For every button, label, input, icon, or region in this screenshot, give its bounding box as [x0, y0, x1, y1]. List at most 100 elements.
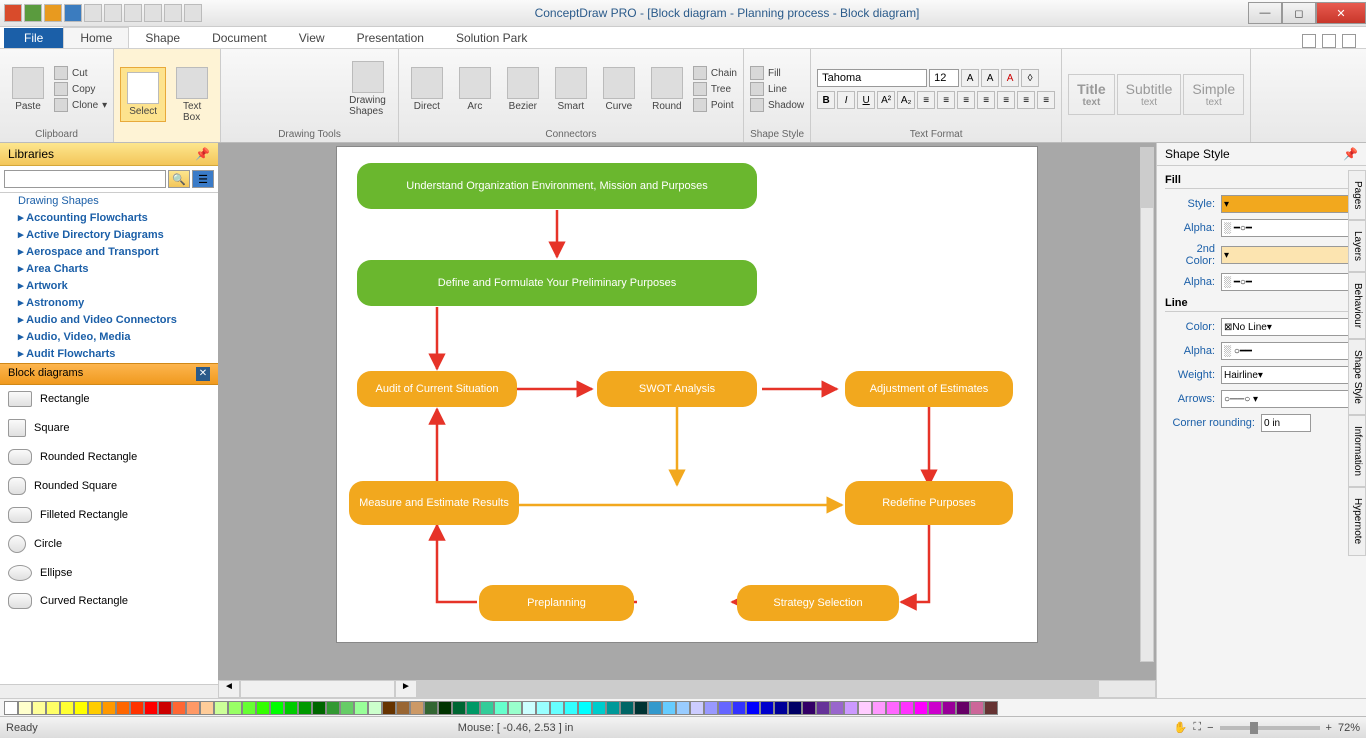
color-swatch[interactable]	[298, 701, 312, 715]
color-swatch[interactable]	[872, 701, 886, 715]
font-color-button[interactable]: A	[1001, 69, 1019, 87]
drawtool-icon[interactable]	[319, 91, 339, 111]
color-swatch[interactable]	[214, 701, 228, 715]
color-swatch[interactable]	[914, 701, 928, 715]
qat-icon[interactable]	[144, 4, 162, 22]
tree-button[interactable]: Tree	[693, 82, 737, 96]
qat-icon[interactable]	[104, 4, 122, 22]
color-swatch[interactable]	[60, 701, 74, 715]
color-swatch[interactable]	[928, 701, 942, 715]
close-library-icon[interactable]: ✕	[196, 367, 210, 381]
collapse-icon[interactable]	[1342, 34, 1356, 48]
arc-button[interactable]: Arc	[453, 63, 497, 116]
shape-item[interactable]: Rectangle	[0, 385, 218, 413]
color-swatch[interactable]	[774, 701, 788, 715]
canvas-scroll[interactable]: Understand Organization Environment, Mis…	[218, 143, 1156, 680]
drawing-shapes-button[interactable]: Drawing Shapes	[343, 57, 392, 121]
italic-button[interactable]: I	[837, 91, 855, 109]
align-bottom-button[interactable]: ≡	[1017, 91, 1035, 109]
color-swatch[interactable]	[382, 701, 396, 715]
fit-icon[interactable]: ⛶	[1193, 721, 1201, 734]
paste-button[interactable]: Paste	[6, 63, 50, 116]
color-swatch[interactable]	[102, 701, 116, 715]
qat-icon[interactable]	[64, 4, 82, 22]
color-swatch[interactable]	[970, 701, 984, 715]
color-swatch[interactable]	[536, 701, 550, 715]
list-button[interactable]: ≡	[1037, 91, 1055, 109]
lib-item[interactable]: Drawing Shapes	[0, 193, 218, 209]
color-swatch[interactable]	[186, 701, 200, 715]
color-swatch[interactable]	[172, 701, 186, 715]
block-preplanning[interactable]: Preplanning	[479, 585, 634, 621]
shape-item[interactable]: Filleted Rectangle	[0, 501, 218, 529]
color-swatch[interactable]	[788, 701, 802, 715]
align-right-button[interactable]: ≡	[957, 91, 975, 109]
color-swatch[interactable]	[158, 701, 172, 715]
line-button[interactable]: Line	[750, 82, 804, 96]
color-swatch[interactable]	[452, 701, 466, 715]
color-swatch[interactable]	[690, 701, 704, 715]
color-swatch[interactable]	[4, 701, 18, 715]
color-swatch[interactable]	[74, 701, 88, 715]
sidetab-pages[interactable]: Pages	[1348, 170, 1366, 220]
tab-view[interactable]: View	[283, 28, 341, 48]
color-swatch[interactable]	[130, 701, 144, 715]
tab-home[interactable]: Home	[63, 27, 129, 48]
lib-item[interactable]: ▸ Accounting Flowcharts	[0, 209, 218, 226]
line-weight-dropdown[interactable]: Hairline ▾	[1221, 366, 1358, 384]
drawtool-icon[interactable]	[250, 91, 270, 111]
line-color-dropdown[interactable]: ⊠ No Line ▾	[1221, 318, 1358, 336]
minimize-button[interactable]: —	[1248, 2, 1282, 24]
color-swatch[interactable]	[676, 701, 690, 715]
subscript-button[interactable]: A₂	[897, 91, 915, 109]
qat-icon[interactable]	[24, 4, 42, 22]
smart-button[interactable]: Smart	[549, 63, 593, 116]
color-swatch[interactable]	[592, 701, 606, 715]
library-search-input[interactable]	[4, 170, 166, 188]
color-swatch[interactable]	[144, 701, 158, 715]
qat-icon[interactable]	[124, 4, 142, 22]
tab-shape[interactable]: Shape	[129, 28, 196, 48]
copy-button[interactable]: Copy	[54, 82, 107, 96]
font-size-input[interactable]	[929, 69, 959, 87]
subtitle-text-style[interactable]: Subtitletext	[1117, 74, 1182, 115]
color-swatch[interactable]	[270, 701, 284, 715]
align-center-button[interactable]: ≡	[937, 91, 955, 109]
lib-item[interactable]: ▸ Audio, Video, Media	[0, 328, 218, 345]
font-name-input[interactable]	[817, 69, 927, 87]
fill-button[interactable]: Fill	[750, 66, 804, 80]
clone-button[interactable]: Clone ▾	[54, 98, 107, 112]
qat-icon[interactable]	[84, 4, 102, 22]
align-left-button[interactable]: ≡	[917, 91, 935, 109]
maximize-button[interactable]: ◻	[1282, 2, 1316, 24]
block-redefine[interactable]: Redefine Purposes	[845, 481, 1013, 525]
pin-icon[interactable]: 📌	[1343, 147, 1358, 161]
color-swatch[interactable]	[648, 701, 662, 715]
color-swatch[interactable]	[858, 701, 872, 715]
simple-text-style[interactable]: Simpletext	[1183, 74, 1244, 115]
color-swatch[interactable]	[32, 701, 46, 715]
tab-file[interactable]: File	[4, 28, 63, 48]
color-swatch[interactable]	[564, 701, 578, 715]
qat-icon[interactable]	[164, 4, 182, 22]
point-button[interactable]: Point	[693, 98, 737, 112]
color-swatch[interactable]	[634, 701, 648, 715]
view-icon[interactable]	[1302, 34, 1316, 48]
color-swatch[interactable]	[396, 701, 410, 715]
drawtool-icon[interactable]	[319, 68, 339, 88]
color-swatch[interactable]	[18, 701, 32, 715]
drawing-page[interactable]: Understand Organization Environment, Mis…	[337, 147, 1037, 642]
drawtool-icon[interactable]	[273, 68, 293, 88]
color-swatch[interactable]	[746, 701, 760, 715]
lib-item[interactable]: ▸ Audit Flowcharts	[0, 345, 218, 362]
qat-icon[interactable]	[4, 4, 22, 22]
arrows-dropdown[interactable]: ○──○ ▾	[1221, 390, 1358, 408]
font-grow-button[interactable]: A	[961, 69, 979, 87]
color-swatch[interactable]	[522, 701, 536, 715]
color-swatch[interactable]	[662, 701, 676, 715]
block-adjust[interactable]: Adjustment of Estimates	[845, 371, 1013, 407]
color-swatch[interactable]	[46, 701, 60, 715]
view-toggle-button[interactable]: ☰	[192, 170, 214, 188]
color-swatch[interactable]	[732, 701, 746, 715]
drawtool-icon[interactable]	[250, 68, 270, 88]
